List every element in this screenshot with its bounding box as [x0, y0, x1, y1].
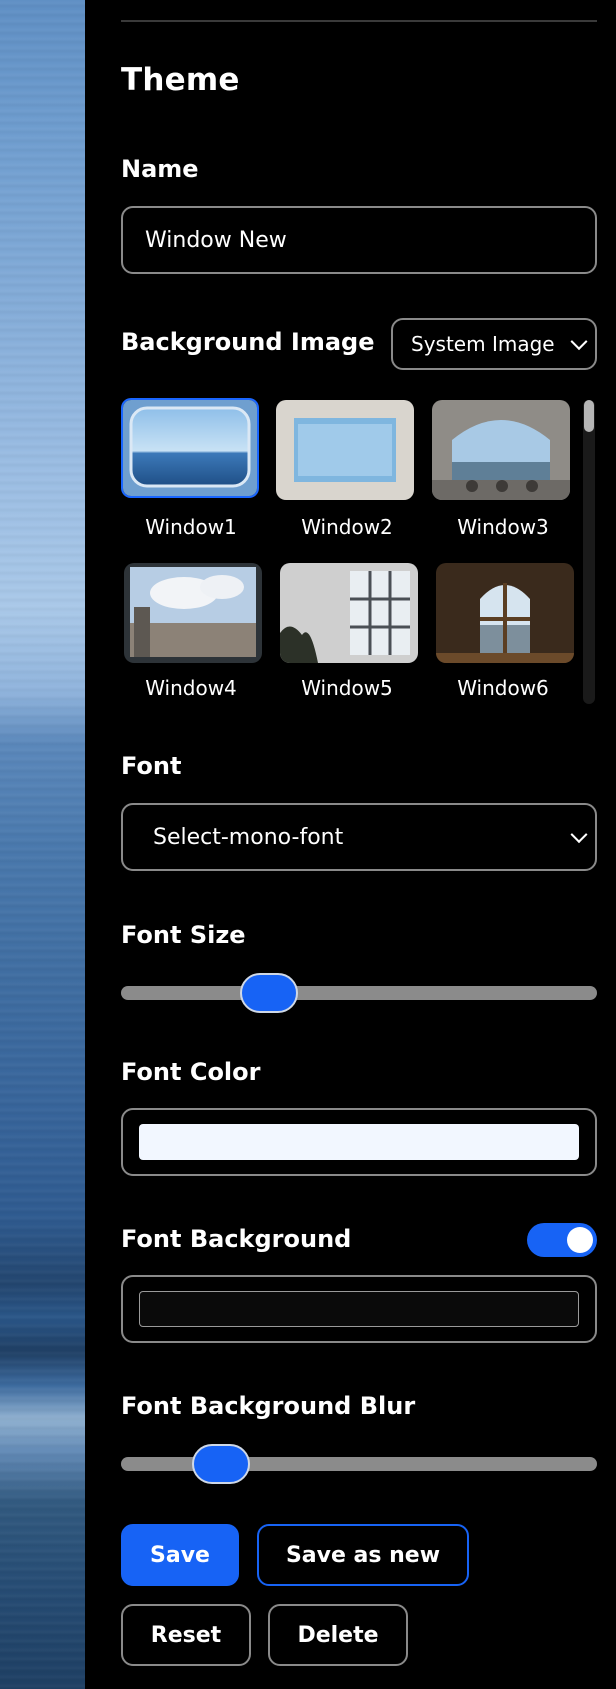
background-window-view [0, 0, 85, 1689]
font-label: Font [121, 752, 182, 780]
thumbnail-label: Window2 [301, 515, 393, 539]
name-input[interactable]: Window New [121, 206, 597, 274]
background-source-select[interactable]: System Image [391, 318, 597, 370]
font-color-swatch [139, 1124, 579, 1160]
toggle-knob [567, 1227, 593, 1253]
font-background-blur-slider[interactable] [121, 1444, 597, 1484]
thumbnail-window5[interactable] [280, 563, 418, 663]
thumbnail-window6[interactable] [436, 563, 574, 663]
thumbnail-window2[interactable] [276, 400, 414, 500]
font-background-color-picker[interactable] [121, 1275, 597, 1343]
thumbnail-label: Window1 [145, 515, 237, 539]
window6-image [436, 563, 574, 663]
font-select-value: Select-mono-font [153, 824, 344, 850]
font-color-label: Font Color [121, 1058, 261, 1086]
delete-button[interactable]: Delete [268, 1604, 408, 1666]
background-image-label: Background Image [121, 328, 375, 356]
window2-image [276, 400, 414, 500]
font-background-toggle[interactable] [527, 1223, 597, 1257]
save-as-new-button[interactable]: Save as new [257, 1524, 469, 1586]
window4-image [124, 563, 262, 663]
thumbnail-window1[interactable] [121, 398, 259, 498]
window5-image [280, 563, 418, 663]
thumbnail-window4[interactable] [124, 563, 262, 663]
panel-title: Theme [121, 62, 240, 98]
thumbnail-label: Window5 [301, 676, 393, 700]
window1-image [123, 400, 257, 496]
chevron-down-icon [570, 333, 588, 351]
font-select[interactable]: Select-mono-font [121, 803, 597, 871]
background-source-value: System Image [411, 332, 555, 356]
window3-image [432, 400, 570, 500]
gallery-scrollbar-thumb[interactable] [584, 400, 594, 432]
font-color-picker[interactable] [121, 1108, 597, 1176]
name-label: Name [121, 155, 199, 183]
save-button[interactable]: Save [121, 1524, 239, 1586]
font-background-label: Font Background [121, 1225, 352, 1253]
font-background-blur-slider-thumb[interactable] [191, 1444, 250, 1484]
font-size-slider[interactable] [121, 973, 597, 1013]
font-background-swatch [139, 1291, 579, 1327]
font-size-label: Font Size [121, 921, 246, 949]
thumbnail-label: Window4 [145, 676, 237, 700]
chevron-down-icon [570, 826, 588, 844]
theme-settings-panel: Theme Name Window New Background Image S… [85, 0, 616, 1689]
thumbnail-label: Window3 [457, 515, 549, 539]
thumbnail-label: Window6 [457, 676, 549, 700]
reset-button[interactable]: Reset [121, 1604, 251, 1666]
divider [121, 20, 597, 22]
thumbnail-window3[interactable] [432, 400, 570, 500]
font-background-blur-label: Font Background Blur [121, 1392, 416, 1420]
font-size-slider-thumb[interactable] [239, 973, 298, 1013]
gallery-scrollbar[interactable] [583, 400, 595, 704]
